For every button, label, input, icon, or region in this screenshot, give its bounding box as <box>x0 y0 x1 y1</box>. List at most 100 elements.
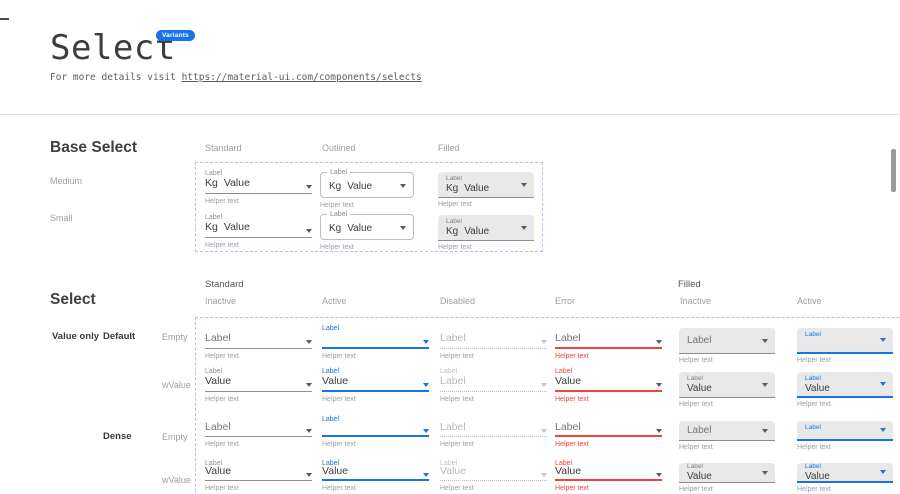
base-colhead-filled: Filled <box>438 143 460 153</box>
select-control[interactable]: Label Value <box>679 463 775 483</box>
select-control[interactable]: Label KgValue <box>438 215 534 241</box>
dropdown-arrow-icon <box>423 473 429 477</box>
helper-text: Helper text <box>205 242 312 249</box>
select-control[interactable]: Label <box>555 423 662 437</box>
dropdown-arrow-icon <box>762 429 768 433</box>
base-rowlabel-small: Small <box>50 213 73 223</box>
select-dense-filled-active-wvalue: Label Value Helper text <box>797 463 893 493</box>
select-control[interactable]: KgValue <box>205 178 312 194</box>
rowlabel-dense-empty: Empty <box>162 432 188 442</box>
select-control[interactable]: Value <box>322 467 429 481</box>
select-standard-inactive-empty: Label Helper text <box>205 324 312 360</box>
base-standard-small-select: Label KgValue Helper text <box>205 213 312 249</box>
select-control[interactable]: Label <box>679 328 775 354</box>
select-control[interactable]: Label KgValue <box>320 214 414 240</box>
helper-text: Helper text <box>440 441 547 448</box>
helper-text: Helper text <box>205 485 312 492</box>
select-dense-standard-disabled-empty: Label Helper text <box>440 415 547 448</box>
select-standard-active-wvalue: Label Value Helper text <box>322 367 429 403</box>
select-standard-error-wvalue: Label Value Helper text <box>555 367 662 403</box>
select-control[interactable]: Value <box>555 467 662 481</box>
floating-label: Label <box>805 375 830 383</box>
docs-link[interactable]: https://material-ui.com/components/selec… <box>182 72 422 83</box>
floating-label: Label <box>805 331 821 339</box>
dropdown-arrow-icon <box>306 429 312 433</box>
select-standard-active-empty: Label Helper text <box>322 324 429 360</box>
helper-text: Helper text <box>322 396 429 403</box>
select-control[interactable]: Label KgValue <box>320 172 414 198</box>
helper-text: Helper text <box>555 485 662 492</box>
select-control[interactable]: Label <box>440 423 547 437</box>
base-rowlabel-medium: Medium <box>50 176 82 186</box>
select-value: KgValue <box>329 181 372 192</box>
dropdown-arrow-icon <box>306 473 312 477</box>
select-value: Value <box>555 466 581 477</box>
select-control[interactable]: Value <box>440 467 547 481</box>
select-control[interactable]: Label <box>679 421 775 441</box>
select-control[interactable]: Label Value <box>797 372 893 398</box>
floating-label: Label <box>205 213 312 222</box>
dropdown-arrow-icon <box>880 382 886 386</box>
dropdown-arrow-icon <box>541 473 547 477</box>
select-dense-standard-error-wvalue: Label Value Helper text <box>555 459 662 492</box>
select-control[interactable] <box>322 423 429 437</box>
helper-text: Helper text <box>440 396 547 403</box>
select-placeholder: Label <box>205 333 231 344</box>
dropdown-arrow-icon <box>880 428 886 432</box>
select-dense-standard-active-wvalue: Label Value Helper text <box>322 459 429 492</box>
colhead-error: Error <box>555 296 575 306</box>
select-control[interactable]: Label <box>797 328 893 354</box>
helper-text: Helper text <box>322 485 429 492</box>
select-control[interactable]: Label <box>205 333 312 349</box>
select-control[interactable]: Label <box>440 376 547 392</box>
select-control[interactable]: Label <box>797 421 893 441</box>
select-value: KgValue <box>446 226 489 237</box>
select-standard-disabled-empty: Label Helper text <box>440 324 547 360</box>
select-control[interactable]: Label KgValue <box>438 172 534 198</box>
floating-label: Label <box>805 463 830 471</box>
grouphead-standard: Standard <box>205 279 244 290</box>
select-value: Value <box>687 471 712 482</box>
select-dense-standard-disabled-wvalue: Label Value Helper text <box>440 459 547 492</box>
select-placeholder: Label <box>205 422 231 433</box>
vertical-scrollbar-thumb[interactable] <box>891 149 896 192</box>
select-control[interactable]: KgValue <box>205 222 312 238</box>
colhead-inactive: Inactive <box>205 296 236 306</box>
select-control[interactable]: Value <box>205 376 312 392</box>
select-standard-error-empty: Label Helper text <box>555 324 662 360</box>
select-control[interactable]: Value <box>205 467 312 481</box>
select-control[interactable]: Value <box>322 376 429 392</box>
select-placeholder: Label <box>440 333 466 344</box>
select-control[interactable]: Value <box>555 376 662 392</box>
select-value: KgValue <box>446 183 489 194</box>
dropdown-arrow-icon <box>762 339 768 343</box>
floating-label: Label <box>322 415 429 423</box>
select-value: Value <box>205 466 231 477</box>
colhead-filled-active: Active <box>797 296 822 306</box>
select-placeholder: Label <box>555 333 581 344</box>
base-filled-small-select: Label KgValue Helper text <box>438 215 534 251</box>
select-placeholder: Label <box>687 425 711 436</box>
select-control[interactable]: Label <box>205 423 312 437</box>
select-control[interactable]: Label <box>555 333 662 349</box>
floating-label: Label <box>805 424 821 432</box>
rowlabel-default-empty: Empty <box>162 332 188 342</box>
select-placeholder: Label <box>687 335 711 346</box>
helper-text: Helper text <box>320 244 414 251</box>
select-control[interactable]: Label Value <box>679 372 775 398</box>
select-control[interactable]: Label Value <box>797 463 893 483</box>
dropdown-arrow-icon <box>521 226 527 230</box>
floating-label: Label <box>687 375 712 383</box>
select-heading: Select <box>50 291 96 309</box>
section-divider <box>0 114 900 115</box>
helper-text: Helper text <box>205 198 312 205</box>
grouphead-filled: Filled <box>678 279 701 290</box>
rowlabel-default-wvalue: wValue <box>162 380 191 390</box>
select-placeholder: Label <box>555 422 581 433</box>
select-control[interactable] <box>322 333 429 349</box>
select-dense-standard-inactive-empty: Label Helper text <box>205 415 312 448</box>
adornment: Kg <box>329 181 341 192</box>
select-control[interactable]: Label <box>440 333 547 349</box>
helper-text: Helper text <box>555 353 662 360</box>
subtitle: For more details visit https://material-… <box>50 72 422 83</box>
